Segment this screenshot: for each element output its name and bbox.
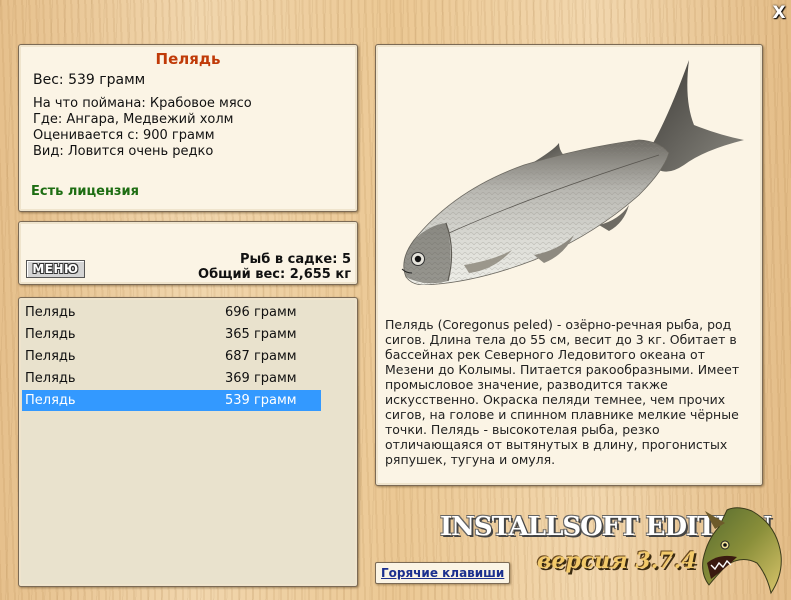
catch-list-item[interactable]: Пелядь 365 грамм [22,324,321,345]
catch-fish-weight: 365 грамм [225,327,297,342]
catch-list-item[interactable]: Пелядь 369 грамм [22,368,321,389]
hotkeys-link[interactable]: Горячие клавиши [375,562,511,584]
peled-fish-picture [401,60,744,285]
catch-list-item[interactable]: Пелядь 696 грамм [22,302,321,323]
catch-fish-weight: 369 грамм [225,371,297,386]
catch-fish-weight: 696 грамм [225,305,297,320]
fish-price-threshold: Оценивается с: 900 грамм [33,128,215,143]
fish-description: Пелядь (Coregonus peled) - озёрно-речная… [385,317,740,467]
close-icon[interactable]: X [770,4,788,22]
keepnet-panel: МЕНЮ Рыб в садке: 5 Общий вес: 2,655 кг [18,221,358,285]
catch-fish-name: Пелядь [25,305,76,320]
fish-bait: На что поймана: Крабовое мясо [33,96,252,111]
catch-list[interactable]: Пелядь 696 грамм Пелядь 365 грамм Пелядь 687 … [18,297,358,587]
fish-picture-panel: Пелядь (Coregonus peled) - озёрно-речная… [375,44,763,486]
catch-fish-weight: 539 грамм [225,393,297,408]
fish-info-panel: Пелядь Вес: 539 грамм На что поймана: Кр… [18,44,358,212]
fish-title: Пелядь [155,50,221,68]
pike-logo-icon [702,507,782,595]
catch-list-item[interactable]: Пелядь 539 грамм [22,390,321,411]
license-status: Есть лицензия [31,184,139,199]
catch-fish-name: Пелядь [25,327,76,342]
catch-fish-weight: 687 грамм [225,349,297,364]
catch-fish-name: Пелядь [25,371,76,386]
fish-rarity: Вид: Ловится очень редко [33,144,214,159]
fish-location: Где: Ангара, Медвежий холм [33,112,234,127]
version-text: версия 3.7.4 [537,548,697,574]
keepnet-count: Рыб в садке: 5 [239,252,351,267]
keepnet-stats: Рыб в садке: 5 Общий вес: 2,655 кг [198,252,351,282]
fish-weight: Вес: 539 грамм [33,72,146,88]
catch-fish-name: Пелядь [25,349,76,364]
keepnet-total-weight: Общий вес: 2,655 кг [198,267,351,282]
menu-button[interactable]: МЕНЮ [26,260,85,278]
catch-fish-name: Пелядь [25,393,76,408]
catch-list-item[interactable]: Пелядь 687 грамм [22,346,321,367]
